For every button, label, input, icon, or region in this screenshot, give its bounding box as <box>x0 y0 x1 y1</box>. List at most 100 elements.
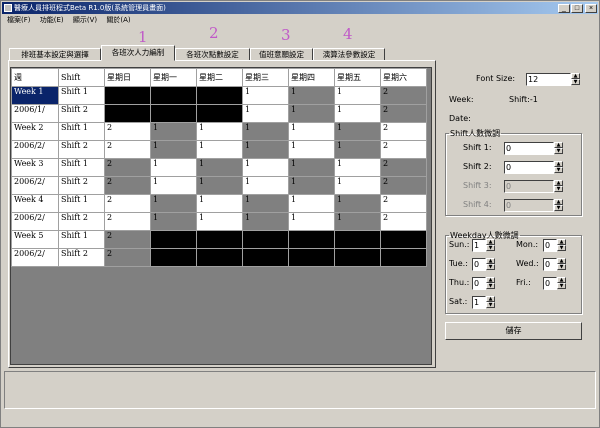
week-cell[interactable]: Week 1 <box>11 86 59 105</box>
staff-count-cell[interactable]: 2 <box>380 104 427 123</box>
staff-count-cell[interactable]: 1 <box>196 140 243 159</box>
close-button[interactable]: × <box>585 4 597 13</box>
weekday-adjust-input[interactable]: 1 <box>472 239 486 252</box>
shift-adjust-input[interactable]: 0 <box>504 142 554 155</box>
staff-count-cell[interactable] <box>150 104 197 123</box>
staff-count-cell[interactable]: 2 <box>380 122 427 141</box>
shift-adjust-spinner[interactable]: ▲ ▼ <box>554 142 563 155</box>
week-cell[interactable]: 2006/2/ <box>11 248 59 267</box>
week-cell[interactable]: Week 2 <box>11 122 59 141</box>
staff-count-cell[interactable] <box>150 230 197 249</box>
shift-cell[interactable]: Shift 2 <box>58 212 105 231</box>
weekday-adjust-input[interactable]: 0 <box>543 239 557 252</box>
shift-adjust-spinner[interactable]: ▲ ▼ <box>554 161 563 174</box>
staff-count-cell[interactable]: 1 <box>196 122 243 141</box>
staff-count-cell[interactable] <box>150 248 197 267</box>
font-size-input[interactable]: 12 <box>526 73 571 86</box>
staff-count-cell[interactable] <box>104 86 151 105</box>
staff-count-cell[interactable]: 2 <box>104 248 151 267</box>
menu-function[interactable]: 功能(E) <box>40 16 64 24</box>
staff-count-cell[interactable] <box>196 104 243 123</box>
shift-cell[interactable]: Shift 2 <box>58 176 105 195</box>
staff-count-cell[interactable]: 2 <box>380 194 427 213</box>
staff-count-cell[interactable]: 1 <box>242 104 289 123</box>
staff-count-cell[interactable]: 1 <box>288 194 335 213</box>
weekday-adjust-input[interactable]: 0 <box>472 277 486 290</box>
staff-count-cell[interactable]: 2 <box>104 212 151 231</box>
week-cell[interactable]: 2006/2/ <box>11 140 59 159</box>
shift-cell[interactable]: Shift 2 <box>58 140 105 159</box>
week-cell[interactable]: Week 4 <box>11 194 59 213</box>
staff-count-cell[interactable] <box>334 230 381 249</box>
staff-count-cell[interactable]: 1 <box>288 140 335 159</box>
staff-count-cell[interactable]: 1 <box>242 158 289 177</box>
staff-count-cell[interactable]: 1 <box>242 86 289 105</box>
menu-view[interactable]: 顯示(V) <box>73 16 97 24</box>
shift-cell[interactable]: Shift 1 <box>58 158 105 177</box>
staff-count-cell[interactable] <box>288 248 335 267</box>
staff-count-cell[interactable]: 1 <box>334 104 381 123</box>
weekday-adjust-input[interactable]: 0 <box>543 258 557 271</box>
staff-count-cell[interactable]: 1 <box>242 140 289 159</box>
weekday-adjust-input[interactable]: 1 <box>472 296 486 309</box>
staffing-grid-container[interactable]: 週 Shift 星期日 星期一 星期二 星期三 星期四 星期五 星期六 Week 1 Shift … <box>10 67 432 365</box>
staff-count-cell[interactable]: 1 <box>196 158 243 177</box>
staff-count-cell[interactable]: 1 <box>242 212 289 231</box>
weekday-adjust-spinner[interactable]: ▲ ▼ <box>486 239 495 252</box>
staff-count-cell[interactable]: 1 <box>334 176 381 195</box>
staff-count-cell[interactable] <box>380 230 427 249</box>
staff-count-cell[interactable]: 1 <box>196 212 243 231</box>
staff-count-cell[interactable]: 1 <box>196 194 243 213</box>
staffing-grid[interactable]: 週 Shift 星期日 星期一 星期二 星期三 星期四 星期五 星期六 Week 1 Shift … <box>11 68 427 267</box>
weekday-adjust-spinner[interactable]: ▲ ▼ <box>486 277 495 290</box>
shift-cell[interactable]: Shift 1 <box>58 122 105 141</box>
staff-count-cell[interactable]: 2 <box>104 230 151 249</box>
shift-adjust-input[interactable]: 0 <box>504 161 554 174</box>
staff-count-cell[interactable]: 2 <box>380 140 427 159</box>
staff-count-cell[interactable]: 2 <box>380 212 427 231</box>
staff-count-cell[interactable] <box>380 248 427 267</box>
week-cell[interactable]: Week 3 <box>11 158 59 177</box>
shift-adjust-spinner[interactable]: ▲ ▼ <box>554 180 563 193</box>
weekday-adjust-input[interactable]: 0 <box>472 258 486 271</box>
weekday-adjust-spinner[interactable]: ▲ ▼ <box>486 296 495 309</box>
week-cell[interactable]: 2006/2/ <box>11 212 59 231</box>
staff-count-cell[interactable]: 2 <box>380 86 427 105</box>
staff-count-cell[interactable]: 2 <box>380 158 427 177</box>
staff-count-cell[interactable]: 1 <box>150 194 197 213</box>
shift-cell[interactable]: Shift 2 <box>58 248 105 267</box>
staff-count-cell[interactable]: 1 <box>334 122 381 141</box>
staff-count-cell[interactable]: 1 <box>288 104 335 123</box>
font-size-spinner[interactable]: ▲ ▼ <box>571 73 580 86</box>
shift-adjust-input[interactable]: 0 <box>504 199 554 212</box>
staff-count-cell[interactable]: 2 <box>380 176 427 195</box>
staff-count-cell[interactable]: 1 <box>288 176 335 195</box>
weekday-adjust-spinner[interactable]: ▲ ▼ <box>557 277 566 290</box>
staff-count-cell[interactable]: 1 <box>150 212 197 231</box>
shift-adjust-input[interactable]: 0 <box>504 180 554 193</box>
staff-count-cell[interactable] <box>196 86 243 105</box>
weekday-adjust-spinner[interactable]: ▲ ▼ <box>557 239 566 252</box>
shift-cell[interactable]: Shift 1 <box>58 230 105 249</box>
save-button[interactable]: 儲存 <box>445 322 582 340</box>
staff-count-cell[interactable]: 1 <box>334 140 381 159</box>
staff-count-cell[interactable]: 2 <box>104 158 151 177</box>
staff-count-cell[interactable]: 1 <box>150 140 197 159</box>
shift-cell[interactable]: Shift 2 <box>58 104 105 123</box>
minimize-button[interactable]: _ <box>558 4 570 13</box>
staff-count-cell[interactable] <box>334 248 381 267</box>
staff-count-cell[interactable] <box>242 230 289 249</box>
staff-count-cell[interactable]: 1 <box>150 122 197 141</box>
tab-shift-staffing[interactable]: 各班次人力編制 <box>101 45 175 61</box>
staff-count-cell[interactable] <box>104 104 151 123</box>
menu-file[interactable]: 檔案(F) <box>7 16 31 24</box>
staff-count-cell[interactable]: 1 <box>288 212 335 231</box>
shift-adjust-spinner[interactable]: ▲ ▼ <box>554 199 563 212</box>
staff-count-cell[interactable] <box>196 248 243 267</box>
staff-count-cell[interactable] <box>288 230 335 249</box>
staff-count-cell[interactable]: 1 <box>242 194 289 213</box>
staff-count-cell[interactable]: 1 <box>288 86 335 105</box>
staff-count-cell[interactable]: 1 <box>196 176 243 195</box>
maximize-button[interactable]: □ <box>571 4 583 13</box>
staff-count-cell[interactable]: 2 <box>104 140 151 159</box>
